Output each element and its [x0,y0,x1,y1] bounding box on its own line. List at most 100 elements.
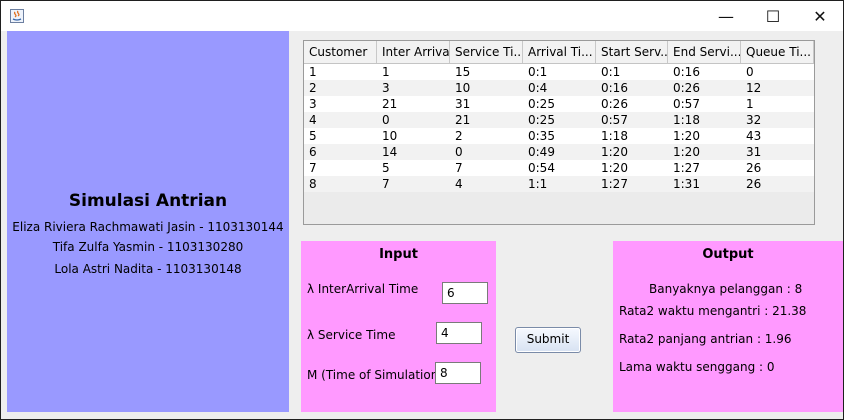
table-body: 1 1 15 0:1 0:1 0:16 0 2 3 10 0:4 0:16 0:26 12 3 21 31 0:2… [304,64,814,192]
avg-wait-time: Rata2 waktu mengantri : 21.38 [619,304,807,318]
simulation-time-label: M (Time of Simulation) [307,368,444,382]
input-title: Input [379,247,418,262]
table-cell: 7 [455,161,463,175]
submit-button[interactable]: Submit [515,327,581,353]
table-cell: 1:1 [528,177,548,191]
table-cell: 0:57 [601,113,628,127]
table-cell: 0:4 [528,81,548,95]
app-title: Simulasi Antrian [68,191,228,211]
author-2: Tifa Zulfa Yasmin - 1103130280 [52,240,244,254]
table-cell: 5 [309,129,317,143]
service-time-input[interactable]: 4 [436,322,482,344]
table-cell: 1:20 [601,145,628,159]
table-cell: 1 [746,97,754,111]
table-row[interactable]: 6 14 0 0:49 1:20 1:20 31 [304,144,814,160]
table-cell: 10 [382,129,398,143]
table-cell: 1:27 [601,177,628,191]
table-cell: 0:25 [528,97,555,111]
table-cell: 1:20 [601,161,628,175]
maximize-button[interactable]: ☐ [750,1,796,31]
table-cell: 0:16 [601,81,628,95]
table-cell: 0:35 [528,129,555,143]
table-cell: 1 [382,65,390,79]
idle-time: Lama waktu senggang : 0 [619,360,775,374]
table-cell: 43 [746,129,762,143]
table-cell: 15 [455,65,471,79]
column-header[interactable]: Customer [304,41,377,63]
column-header[interactable]: Start Serv... [596,41,668,63]
table-cell: 0:1 [601,65,621,79]
close-icon: ✕ [813,6,827,26]
table-cell: 8 [309,177,317,191]
table-cell: 1:31 [673,177,700,191]
author-3: Lola Astri Nadita - 1103130148 [54,262,242,276]
table-cell: 12 [746,81,762,95]
interarrival-label: λ InterArrival Time [307,282,419,296]
table-cell: 21 [382,97,398,111]
author-1: Eliza Riviera Rachmawati Jasin - 1103130… [12,220,284,234]
table-cell: 1:20 [673,145,700,159]
content-area: Simulasi Antrian Eliza Riviera Rachmawat… [1,31,843,419]
table-cell: 0:26 [601,97,628,111]
table-cell: 21 [455,113,471,127]
table-cell: 14 [382,145,398,159]
table-cell: 7 [382,177,390,191]
avg-queue-length: Rata2 panjang antrian : 1.96 [619,332,792,346]
table-cell: 4 [309,113,317,127]
table-cell: 2 [455,129,463,143]
minimize-button[interactable]: — [703,1,749,31]
application-window: — ☐ ✕ Simulasi Antrian Eliza Riviera Rac… [0,0,844,420]
table-cell: 0:54 [528,161,555,175]
output-panel: Output Banyaknya pelanggan : 8 Rata2 wak… [613,241,843,412]
column-header[interactable]: Inter Arrival [377,41,450,63]
table-cell: 0:25 [528,113,555,127]
customers-count: Banyaknya pelanggan : 8 [649,282,803,296]
results-table[interactable]: Customer Inter Arrival Service Ti... Arriva… [303,40,815,225]
table-cell: 5 [382,161,390,175]
table-cell: 1:20 [673,129,700,143]
table-row[interactable]: 4 0 21 0:25 0:57 1:18 32 [304,112,814,128]
output-title: Output [702,247,754,262]
simulation-time-input[interactable]: 8 [435,362,481,384]
table-row[interactable]: 7 5 7 0:54 1:20 1:27 26 [304,160,814,176]
column-header[interactable]: End Servi... [668,41,741,63]
table-row[interactable]: 2 3 10 0:4 0:16 0:26 12 [304,80,814,96]
input-panel: Input λ InterArrival Time 6 λ Service Ti… [301,241,496,412]
minimize-icon: — [718,6,734,26]
interarrival-input[interactable]: 6 [442,282,488,304]
table-cell: 26 [746,161,762,175]
column-header[interactable]: Queue Ti... [741,41,814,63]
table-header: Customer Inter Arrival Service Ti... Arriva… [304,41,814,64]
table-cell: 1 [309,65,317,79]
table-row[interactable]: 1 1 15 0:1 0:1 0:16 0 [304,64,814,80]
table-row[interactable]: 3 21 31 0:25 0:26 0:57 1 [304,96,814,112]
table-cell: 32 [746,113,762,127]
table-cell: 0:57 [673,97,700,111]
table-cell: 31 [746,145,762,159]
table-cell: 4 [455,177,463,191]
table-cell: 0:16 [673,65,700,79]
service-time-label: λ Service Time [307,328,396,342]
table-cell: 0:1 [528,65,548,79]
table-cell: 10 [455,81,471,95]
java-app-icon [9,8,25,24]
column-header[interactable]: Service Ti... [450,41,523,63]
table-cell: 2 [309,81,317,95]
info-panel: Simulasi Antrian Eliza Riviera Rachmawat… [7,31,289,412]
table-cell: 1:18 [601,129,628,143]
table-cell: 6 [309,145,317,159]
title-bar[interactable]: — ☐ ✕ [1,1,843,31]
close-button[interactable]: ✕ [797,1,843,31]
table-row[interactable]: 5 10 2 0:35 1:18 1:20 43 [304,128,814,144]
table-row[interactable]: 8 7 4 1:1 1:27 1:31 26 [304,176,814,192]
table-cell: 0:26 [673,81,700,95]
table-cell: 0:49 [528,145,555,159]
maximize-icon: ☐ [765,6,781,26]
table-cell: 31 [455,97,471,111]
table-cell: 0 [746,65,754,79]
table-cell: 1:18 [673,113,700,127]
column-header[interactable]: Arrival Ti... [523,41,596,63]
table-cell: 3 [382,81,390,95]
table-cell: 7 [309,161,317,175]
table-cell: 0 [382,113,390,127]
